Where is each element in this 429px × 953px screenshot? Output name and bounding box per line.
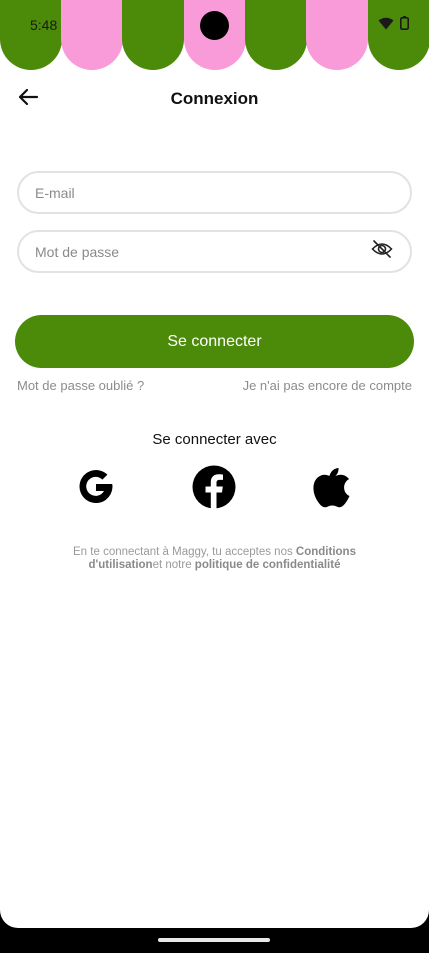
google-login-button[interactable] (73, 466, 119, 512)
email-field[interactable] (35, 184, 394, 201)
legal-notice: En te connectant à Maggy, tu acceptes no… (60, 546, 369, 572)
status-icons (378, 16, 410, 35)
gesture-nav-handle[interactable] (158, 938, 270, 942)
password-field-container (17, 230, 412, 273)
camera-cutout (200, 11, 229, 40)
wifi-icon (378, 17, 394, 35)
password-field[interactable] (35, 243, 370, 260)
battery-icon (400, 16, 410, 35)
legal-middle: et notre (152, 559, 195, 571)
privacy-policy-link[interactable]: politique de confidentialité (195, 559, 341, 571)
forgot-password-link[interactable]: Mot de passe oublié ? (17, 378, 144, 393)
create-account-link[interactable]: Je n'ai pas encore de compte (243, 378, 412, 393)
google-icon (74, 465, 118, 514)
facebook-icon (192, 465, 236, 514)
login-screen: 5:48 Connexion Se (0, 0, 429, 928)
page-title: Connexion (170, 89, 259, 108)
social-login-title: Se connecter avec (152, 431, 277, 448)
eye-off-icon (371, 239, 393, 264)
status-time: 5:48 (30, 17, 58, 33)
awning-stripe-pink (61, 0, 123, 70)
apple-login-button[interactable] (309, 466, 355, 512)
awning-stripe-pink (306, 0, 368, 70)
legal-prefix: En te connectant à Maggy, tu acceptes no… (73, 546, 296, 558)
apple-icon (312, 465, 352, 514)
password-visibility-toggle[interactable] (370, 240, 394, 264)
awning-stripe-green (122, 0, 184, 70)
awning-stripe-green (368, 0, 429, 70)
email-field-container (17, 171, 412, 214)
facebook-login-button[interactable] (191, 465, 237, 514)
awning-stripe-green (0, 0, 62, 70)
awning-stripe-green (245, 0, 307, 70)
login-button[interactable]: Se connecter (15, 315, 414, 368)
